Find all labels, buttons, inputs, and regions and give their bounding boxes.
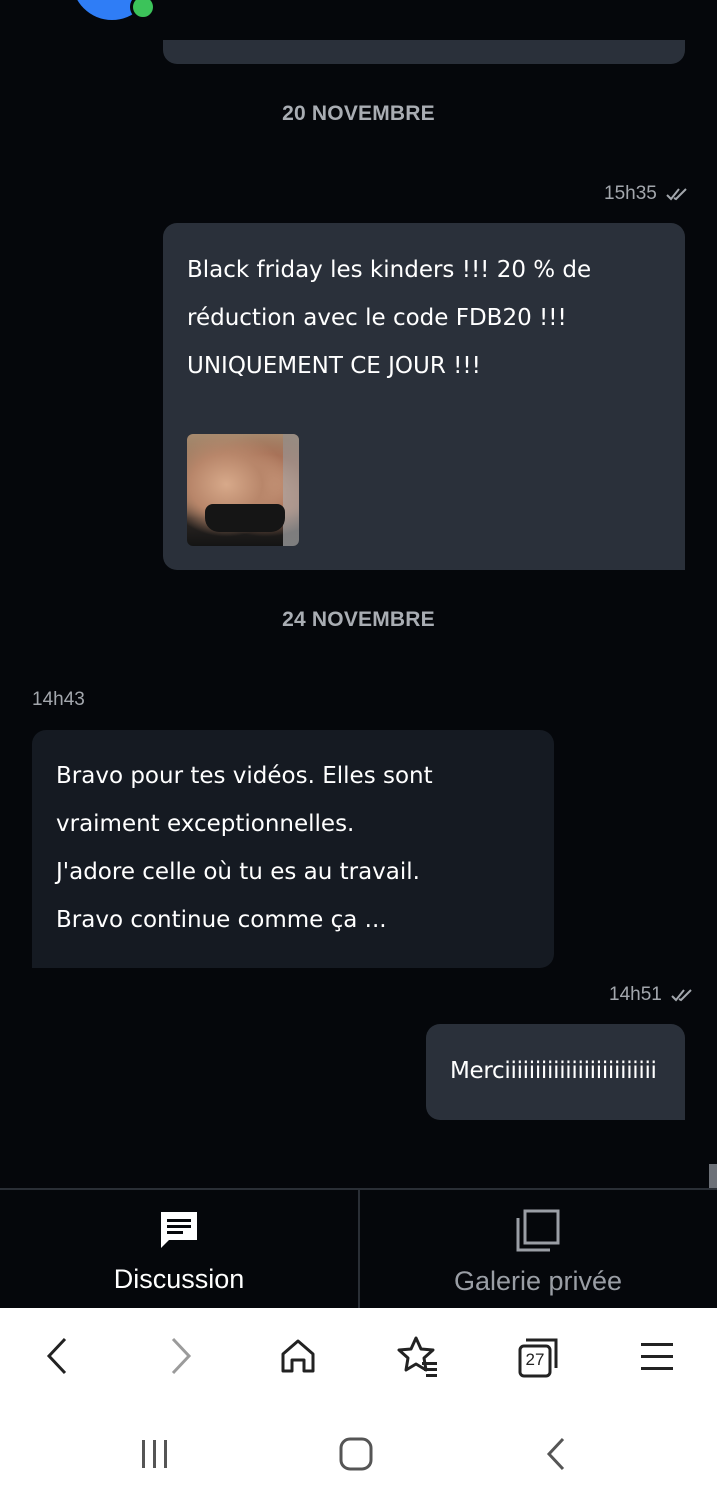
- tabs-icon: 27: [516, 1336, 560, 1380]
- message-time: 14h51: [609, 984, 662, 1005]
- tab-count: 27: [525, 1350, 545, 1369]
- home-button[interactable]: [272, 1332, 324, 1384]
- tab-label: Galerie privée: [453, 1266, 623, 1296]
- message-line: vraiment exceptionnelles.: [56, 811, 355, 837]
- menu-button[interactable]: [631, 1332, 683, 1384]
- previous-message-bubble: [163, 40, 685, 64]
- tab-label: Discussion: [113, 1264, 245, 1294]
- message-meta: 14h51: [609, 984, 694, 1006]
- home-nav-button[interactable]: [332, 1434, 380, 1478]
- message-line: Bravo continue comme ça ...: [56, 907, 387, 933]
- back-nav-button[interactable]: [533, 1434, 581, 1478]
- message-image-thumbnail[interactable]: [187, 434, 299, 546]
- message-time: 14h43: [32, 689, 85, 710]
- message-line: réduction avec le code FDB20 !!!: [187, 305, 567, 331]
- gallery-icon: [514, 1208, 562, 1258]
- message-bubble-outgoing[interactable]: Merciiiiiiiiiiiiiiiiiiiiiiiii: [426, 1024, 685, 1120]
- recent-apps-icon: [138, 1437, 172, 1475]
- message-bubble-incoming[interactable]: Bravo pour tes vidéos. Elles sont vraime…: [32, 730, 554, 968]
- home-icon: [278, 1336, 318, 1380]
- double-check-icon: [665, 186, 689, 202]
- chevron-left-icon: [43, 1336, 73, 1380]
- date-separator: 20 NOVEMBRE: [282, 102, 435, 125]
- double-check-icon: [670, 987, 694, 1003]
- message-line: UNIQUEMENT CE JOUR !!!: [187, 353, 481, 379]
- home-square-icon: [338, 1436, 374, 1476]
- chat-thread[interactable]: 20 NOVEMBRE 15h35 Black friday les kinde…: [0, 0, 717, 1188]
- message-line: Merciiiiiiiiiiiiiiiiiiiiiiiii: [450, 1058, 657, 1084]
- tab-discussion[interactable]: Discussion: [0, 1190, 358, 1308]
- chevron-right-icon: [165, 1336, 195, 1380]
- message-meta: 15h35: [604, 183, 689, 205]
- message-meta: 14h43: [32, 689, 85, 711]
- menu-icon: [639, 1339, 675, 1377]
- scrollbar[interactable]: [709, 1164, 717, 1188]
- message-line: Black friday les kinders !!! 20 % de: [187, 257, 592, 283]
- bottom-tab-bar: Discussion Galerie privée: [0, 1188, 717, 1308]
- online-status-dot: [130, 0, 156, 20]
- tab-private-gallery[interactable]: Galerie privée: [358, 1190, 716, 1308]
- bookmarks-button[interactable]: [392, 1332, 444, 1384]
- back-arrow-icon: [543, 1436, 571, 1476]
- recent-apps-button[interactable]: [131, 1434, 179, 1478]
- browser-toolbar: 27: [0, 1308, 717, 1406]
- system-navigation-bar: [0, 1406, 717, 1500]
- date-separator: 24 NOVEMBRE: [282, 608, 435, 631]
- message-line: Bravo pour tes vidéos. Elles sont: [56, 763, 433, 789]
- back-button[interactable]: [32, 1332, 84, 1384]
- message-line: J'adore celle où tu es au travail.: [56, 859, 420, 885]
- message-time: 15h35: [604, 183, 657, 204]
- star-list-icon: [396, 1334, 440, 1382]
- tabs-button[interactable]: 27: [512, 1332, 564, 1384]
- forward-button[interactable]: [154, 1332, 206, 1384]
- message-icon: [157, 1208, 201, 1256]
